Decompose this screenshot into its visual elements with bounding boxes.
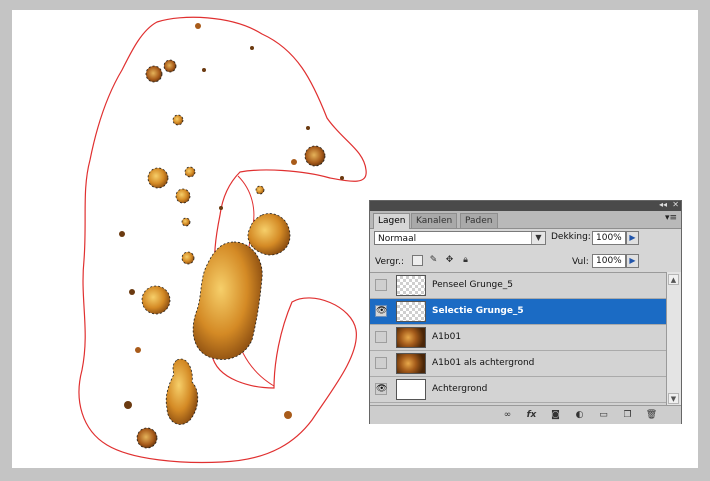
- lock-move-icon[interactable]: ✥: [444, 255, 455, 266]
- collapse-icon[interactable]: ◂◂: [659, 200, 667, 209]
- grunge-blob: [124, 401, 132, 409]
- grunge-blob: [250, 46, 254, 50]
- blend-mode-select[interactable]: Normaal ▼: [374, 231, 546, 245]
- tab-paden[interactable]: Paden: [460, 213, 498, 228]
- grunge-blob: [195, 23, 201, 29]
- layer-thumbnail: [396, 379, 426, 400]
- grunge-blob: [172, 114, 184, 126]
- visibility-toggle[interactable]: [375, 331, 387, 343]
- grunge-blob: [219, 206, 223, 210]
- layer-thumbnail: [396, 353, 426, 374]
- panel-tabs: Lagen Kanalen Paden ▾≡: [370, 211, 681, 229]
- grunge-blob: [136, 427, 158, 449]
- grunge-blob: [135, 347, 141, 353]
- grunge-blob: [291, 159, 297, 165]
- grunge-blob: [184, 166, 196, 178]
- grunge-blob: [175, 188, 191, 204]
- trash-icon[interactable]: 🗑︎: [645, 409, 658, 421]
- layers-panel: ◂◂ ✕ Lagen Kanalen Paden ▾≡ Normaal ▼ De…: [369, 200, 682, 424]
- chevron-down-icon[interactable]: ▼: [531, 232, 545, 244]
- eye-icon[interactable]: 👁︎: [375, 383, 387, 395]
- layer-thumbnail: [396, 327, 426, 348]
- fill-field[interactable]: 100%: [592, 254, 626, 268]
- grunge-blob: [145, 65, 163, 83]
- grunge-blob: [163, 59, 177, 73]
- opacity-slider-arrow-icon[interactable]: ▶: [626, 231, 639, 245]
- link-icon[interactable]: ∞: [501, 409, 514, 421]
- grunge-blob: [255, 185, 265, 195]
- grunge-blob: [306, 126, 310, 130]
- visibility-toggle[interactable]: [375, 279, 387, 291]
- brush-outline: [78, 16, 367, 464]
- scroll-up-icon[interactable]: ▲: [668, 274, 679, 285]
- close-icon[interactable]: ✕: [672, 200, 679, 209]
- folder-icon[interactable]: ▭: [597, 409, 610, 421]
- grunge-blob: [340, 176, 344, 180]
- visibility-toggle[interactable]: [375, 357, 387, 369]
- grunge-blob: [129, 289, 135, 295]
- layer-thumbnail: [396, 301, 426, 322]
- opacity-field[interactable]: 100%: [592, 231, 626, 245]
- layer-name: A1b01 als achtergrond: [432, 358, 535, 368]
- lock-transparency-icon[interactable]: [412, 255, 423, 266]
- layers-list: Penseel Grunge_5 👁︎ Selectie Grunge_5 A1…: [370, 272, 666, 407]
- lock-brush-icon[interactable]: ✎: [428, 255, 439, 266]
- grunge-blob: [181, 251, 195, 265]
- window-frame: ◂◂ ✕ Lagen Kanalen Paden ▾≡ Normaal ▼ De…: [0, 0, 710, 481]
- lock-all-icon[interactable]: 🔒︎: [460, 255, 471, 266]
- grunge-blob: [119, 231, 125, 237]
- eye-icon[interactable]: 👁︎: [375, 305, 387, 317]
- adjustment-icon[interactable]: ◐: [573, 409, 586, 421]
- lock-label: Vergr.:: [375, 257, 405, 267]
- layer-row[interactable]: A1b01 als achtergrond: [370, 351, 666, 377]
- tab-kanalen[interactable]: Kanalen: [411, 213, 458, 228]
- grunge-upper-blob: [247, 213, 291, 256]
- layers-scrollbar[interactable]: ▲ ▼: [666, 272, 681, 406]
- layer-name: Penseel Grunge_5: [432, 280, 514, 290]
- grunge-main-blob: [192, 241, 263, 360]
- panel-titlebar: ◂◂ ✕: [370, 200, 681, 211]
- grunge-blob: [141, 285, 171, 315]
- grunge-blob: [202, 68, 206, 72]
- layer-name: Selectie Grunge_5: [432, 306, 524, 316]
- tab-lagen[interactable]: Lagen: [373, 213, 411, 229]
- fill-slider-arrow-icon[interactable]: ▶: [626, 254, 639, 268]
- grunge-blob: [284, 411, 292, 419]
- grunge-blob: [181, 217, 191, 227]
- grunge-blob: [304, 145, 326, 167]
- mask-icon[interactable]: ◙: [549, 409, 562, 421]
- scroll-down-icon[interactable]: ▼: [668, 393, 679, 404]
- grunge-blob: [147, 167, 169, 189]
- layer-name: A1b01: [432, 332, 462, 342]
- layer-row[interactable]: Penseel Grunge_5: [370, 273, 666, 299]
- layer-row[interactable]: 👁︎ Selectie Grunge_5: [370, 299, 666, 325]
- layer-name: Achtergrond: [432, 384, 488, 394]
- layer-thumbnail: [396, 275, 426, 296]
- fx-icon[interactable]: fx: [525, 409, 538, 421]
- panel-menu-icon[interactable]: ▾≡: [665, 213, 677, 223]
- grunge-lower-blob: [165, 358, 199, 425]
- new-layer-icon[interactable]: ❐: [621, 409, 634, 421]
- fill-label: Vul:: [572, 257, 589, 267]
- layer-row[interactable]: A1b01: [370, 325, 666, 351]
- panel-footer: ∞ fx ◙ ◐ ▭ ❐ 🗑︎: [370, 405, 681, 424]
- layer-row[interactable]: 👁︎ Achtergrond: [370, 377, 666, 403]
- opacity-label: Dekking:: [551, 232, 591, 242]
- blend-mode-value: Normaal: [378, 234, 417, 244]
